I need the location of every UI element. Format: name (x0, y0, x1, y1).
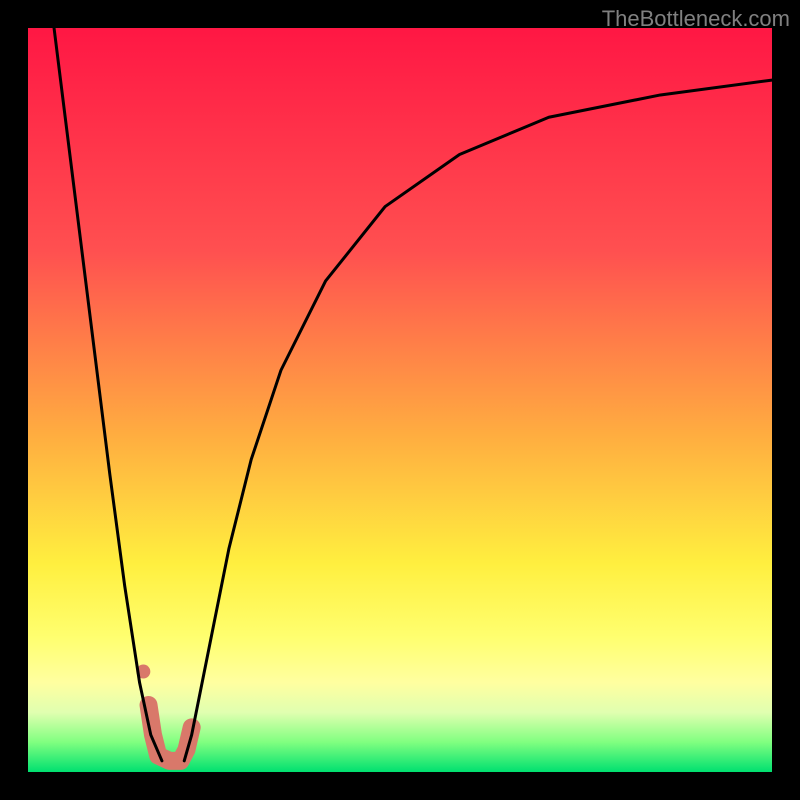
watermark: TheBottleneck.com (602, 6, 790, 32)
plot-area (28, 28, 772, 772)
chart-container: TheBottleneck.com (0, 0, 800, 800)
plot-background (28, 28, 772, 772)
